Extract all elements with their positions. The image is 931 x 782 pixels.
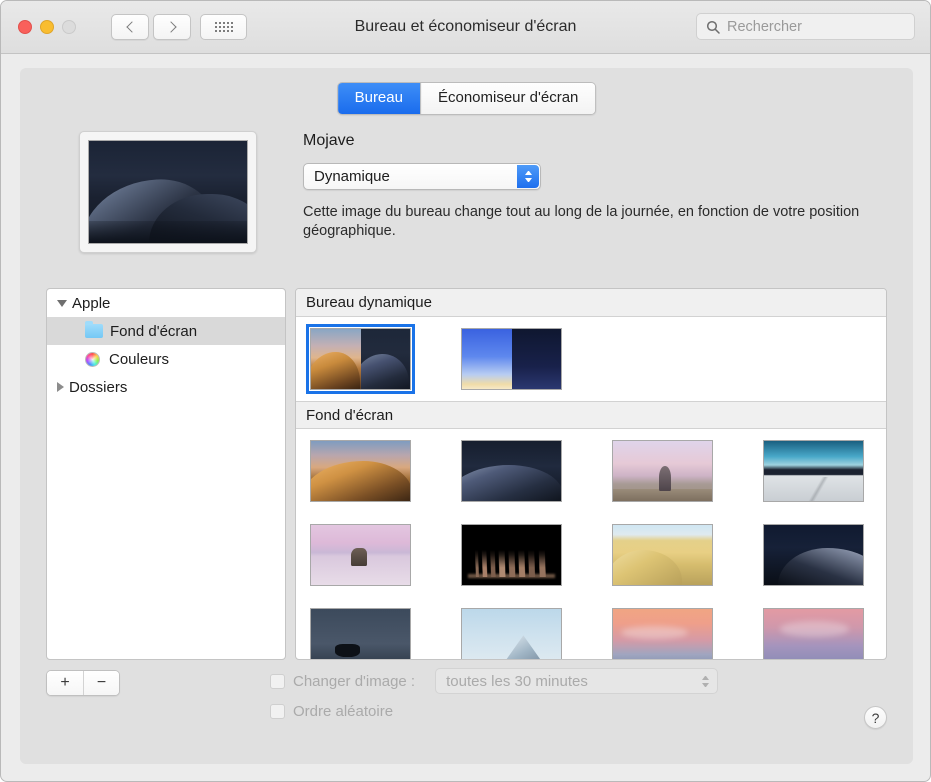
disclosure-triangle-right-icon[interactable]: [57, 382, 64, 392]
wallpaper-thumb-mojave-day[interactable]: [310, 440, 411, 502]
thumb-image: [461, 608, 562, 659]
interval-value: toutes les 30 minutes: [446, 672, 588, 690]
thumb-image: [461, 524, 562, 586]
interval-popup: toutes les 30 minutes: [435, 668, 719, 694]
random-order-row: Ordre aléatoire: [270, 696, 830, 726]
source-list[interactable]: Apple Fond d'écran Couleurs Dossiers: [46, 288, 286, 660]
wallpaper-thumb-sand-dunes[interactable]: [612, 524, 713, 586]
color-wheel-icon: [85, 351, 100, 367]
sidebar-item-label: Apple: [72, 294, 111, 312]
sidebar-item-dossiers[interactable]: Dossiers: [47, 373, 285, 401]
wallpaper-thumb-dusk-clouds[interactable]: [763, 608, 864, 659]
thumb-image: [310, 440, 411, 502]
random-order-label: Ordre aléatoire: [293, 702, 394, 720]
wallpaper-thumb-sunset-clouds[interactable]: [612, 608, 713, 659]
thumb-day-half: [311, 329, 361, 389]
desktop-preview[interactable]: [79, 131, 257, 253]
thumb-night-half: [511, 329, 561, 389]
folder-icon: [85, 321, 103, 338]
search-placeholder: Rechercher: [727, 18, 802, 35]
gallery-row: [296, 429, 886, 513]
section-header-bureau-dynamique: Bureau dynamique: [296, 289, 886, 317]
popup-arrows-icon: [517, 165, 539, 188]
gallery-row: [296, 317, 886, 401]
preferences-panel: Bureau Économiseur d'écran Mojave Dynami…: [20, 68, 913, 764]
search-field[interactable]: Rechercher: [696, 13, 915, 40]
preview-foreground: [89, 220, 247, 243]
tab-economiseur-ecran[interactable]: Économiseur d'écran: [419, 83, 596, 114]
wallpaper-thumb-pink-lake[interactable]: [310, 524, 411, 586]
sidebar-item-apple[interactable]: Apple: [47, 289, 285, 317]
sidebar-item-label: Couleurs: [109, 350, 170, 368]
thumb-day-half: [462, 329, 512, 389]
help-button[interactable]: ?: [864, 706, 887, 729]
system-preferences-window: Bureau et économiseur d'écran Rechercher…: [0, 0, 931, 782]
section-header-fond-decran: Fond d'écran: [296, 401, 886, 429]
add-remove-folder-buttons: + −: [46, 670, 120, 696]
thumb-image: [763, 440, 864, 502]
wallpaper-mode-popup[interactable]: Dynamique: [303, 163, 541, 190]
wallpaper-thumb-tufa[interactable]: [461, 524, 562, 586]
search-icon: [706, 20, 720, 34]
random-order-checkbox: [270, 703, 285, 719]
thumb-image: [763, 608, 864, 659]
wallpaper-thumb-rock-dusk[interactable]: [612, 440, 713, 502]
wallpaper-details: Mojave Dynamique Cette image du bureau c…: [303, 132, 893, 241]
wallpaper-thumb-dark-dune[interactable]: [763, 524, 864, 586]
wallpaper-gallery[interactable]: Bureau dynamique Fond d'écran: [295, 288, 887, 660]
gallery-row: [296, 597, 886, 659]
thumb-image: [461, 328, 562, 390]
wallpaper-thumb-salt-flat[interactable]: [763, 440, 864, 502]
wallpaper-name: Mojave: [303, 132, 355, 149]
wallpaper-mode-value: Dynamique: [314, 168, 390, 185]
tab-bar: Bureau Économiseur d'écran: [336, 82, 597, 115]
sidebar-item-label: Fond d'écran: [110, 322, 198, 340]
wallpaper-thumb-boat[interactable]: [310, 608, 411, 659]
sidebar-item-couleurs[interactable]: Couleurs: [47, 345, 285, 373]
sidebar-item-label: Dossiers: [69, 378, 128, 396]
gallery-row: [296, 513, 886, 597]
thumb-image: [612, 440, 713, 502]
change-image-label: Changer d'image :: [293, 672, 416, 690]
wallpaper-description: Cette image du bureau change tout au lon…: [303, 204, 860, 239]
thumb-image: [310, 608, 411, 659]
add-folder-button[interactable]: +: [47, 671, 83, 695]
remove-folder-button[interactable]: −: [83, 671, 119, 695]
disclosure-triangle-down-icon[interactable]: [57, 299, 67, 307]
desktop-preview-image: [88, 140, 248, 244]
wallpaper-thumb-mojave-night[interactable]: [461, 440, 562, 502]
thumb-image: [461, 440, 562, 502]
change-image-checkbox: [270, 673, 285, 689]
wallpaper-thumb-peak[interactable]: [461, 608, 562, 659]
thumb-night-half: [360, 329, 410, 389]
window-titlebar: Bureau et économiseur d'écran Rechercher: [1, 1, 930, 54]
thumb-image: [310, 524, 411, 586]
thumb-image: [306, 324, 415, 394]
wallpaper-thumb-solar-gradient-dynamic[interactable]: [461, 328, 562, 390]
sidebar-item-fond-decran[interactable]: Fond d'écran: [47, 317, 285, 345]
popup-arrows-icon: [694, 670, 716, 692]
wallpaper-thumb-mojave-dynamic[interactable]: [306, 324, 415, 394]
thumb-image: [612, 608, 713, 659]
thumb-image: [612, 524, 713, 586]
change-image-row: Changer d'image : toutes les 30 minutes: [270, 666, 830, 696]
thumb-image: [763, 524, 864, 586]
tab-bureau[interactable]: Bureau: [337, 83, 420, 114]
bottom-controls: Changer d'image : toutes les 30 minutes …: [270, 666, 830, 726]
